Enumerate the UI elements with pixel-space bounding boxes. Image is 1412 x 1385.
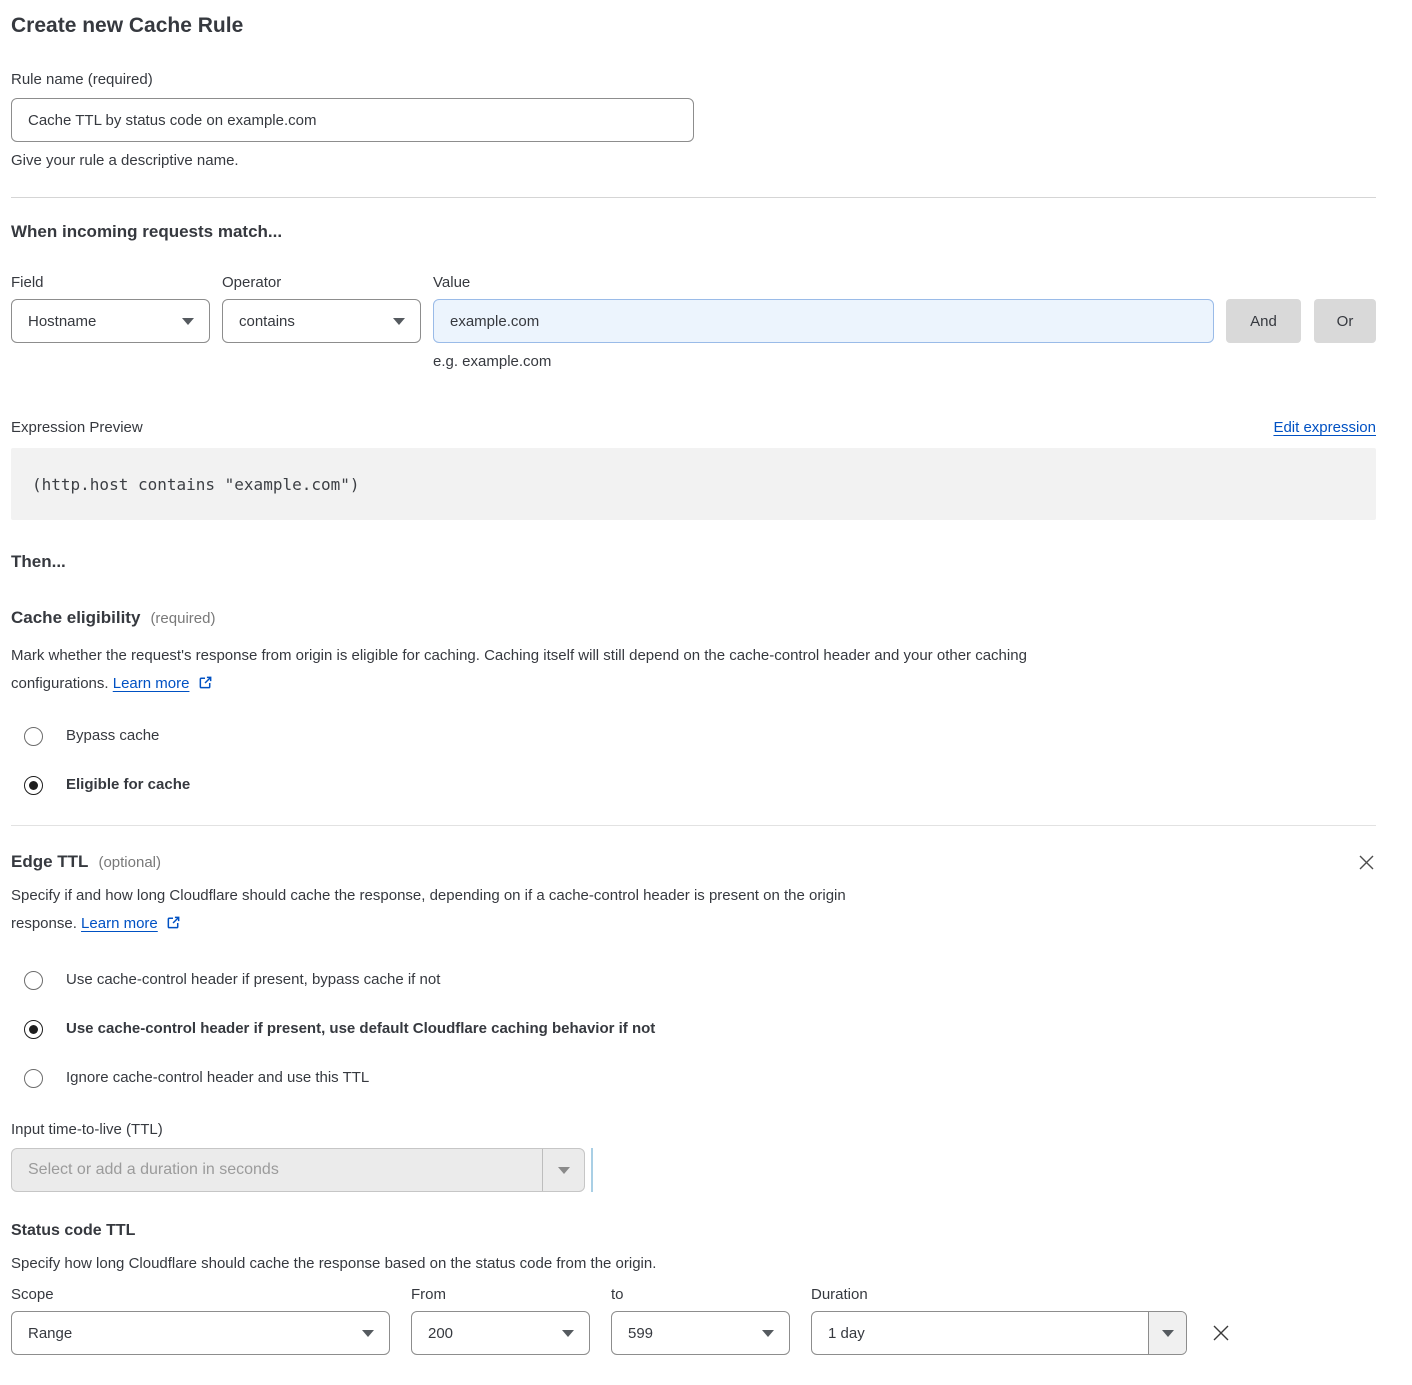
input-caret [591,1148,593,1192]
radio-option-use-header-bypass[interactable]: Use cache-control header if present, byp… [24,968,1376,992]
external-link-icon [198,675,213,690]
duration-value: 1 day [812,1312,1148,1354]
to-select[interactable]: 599 [611,1311,790,1355]
expression-preview-label: Expression Preview [11,418,143,438]
rule-name-input[interactable] [11,98,694,142]
learn-more-link[interactable]: Learn more [113,675,190,692]
cache-eligibility-heading: Cache eligibility [11,608,140,627]
or-button[interactable]: Or [1314,299,1376,343]
radio-option-ignore-header[interactable]: Ignore cache-control header and use this… [24,1066,1376,1090]
field-select[interactable]: Hostname [11,299,210,343]
section-divider [11,825,1376,826]
chevron-down-icon [562,1330,574,1337]
description-line: Specify if and how long Cloudflare shoul… [11,882,1376,910]
field-label: Field [11,274,222,291]
match-heading: When incoming requests match... [11,220,1376,244]
from-select-value: 200 [428,1325,453,1342]
expression-code-block: (http.host contains "example.com") [11,448,1376,520]
chevron-down-icon [362,1330,374,1337]
operator-select[interactable]: contains [222,299,421,343]
field-select-value: Hostname [28,313,96,330]
to-select-value: 599 [628,1325,653,1342]
duration-label: Duration [811,1286,868,1303]
then-heading: Then... [11,550,1376,574]
expression-code: (http.host contains "example.com") [32,475,360,494]
radio-button-checked[interactable] [24,776,43,795]
from-label: From [411,1286,611,1303]
chevron-down-icon [393,318,405,325]
radio-option-eligible-for-cache[interactable]: Eligible for cache [24,773,1376,797]
chevron-down-icon [182,318,194,325]
ttl-input-label: Input time-to-live (TTL) [11,1120,1376,1140]
edge-ttl-description: Specify if and how long Cloudflare shoul… [11,882,1376,938]
to-label: to [611,1286,811,1303]
radio-label: Use cache-control header if present, use… [66,1017,655,1041]
radio-label: Bypass cache [66,724,159,748]
radio-button[interactable] [24,1069,43,1088]
description-line: Mark whether the request's response from… [11,642,1376,670]
ttl-duration-select[interactable]: Select or add a duration in seconds [11,1148,585,1192]
radio-label: Use cache-control header if present, byp… [66,968,440,992]
operator-select-value: contains [239,313,295,330]
radio-option-use-header-default[interactable]: Use cache-control header if present, use… [24,1017,1376,1041]
cache-eligibility-description: Mark whether the request's response from… [11,642,1376,698]
radio-label: Eligible for cache [66,773,190,797]
radio-button[interactable] [24,727,43,746]
from-select[interactable]: 200 [411,1311,590,1355]
status-code-ttl-heading: Status code TTL [11,1220,1376,1242]
page-title: Create new Cache Rule [11,12,1376,40]
ttl-select-placeholder: Select or add a duration in seconds [12,1149,542,1191]
rule-name-label: Rule name (required) [11,70,1376,90]
value-label: Value [433,274,470,291]
radio-option-bypass-cache[interactable]: Bypass cache [24,724,1376,748]
chevron-down-icon [542,1149,584,1191]
scope-select[interactable]: Range [11,1311,390,1355]
scope-label: Scope [11,1286,411,1303]
value-input[interactable] [433,299,1214,343]
rule-name-help: Give your rule a descriptive name. [11,151,1376,171]
edit-expression-link[interactable]: Edit expression [1273,419,1376,436]
duration-combobox[interactable]: 1 day [811,1311,1187,1355]
radio-label: Ignore cache-control header and use this… [66,1066,369,1090]
edge-ttl-heading: Edge TTL [11,852,88,871]
radio-button[interactable] [24,971,43,990]
delete-row-icon[interactable] [1210,1322,1232,1344]
description-line: configurations. [11,675,109,692]
external-link-icon [166,915,181,930]
and-button[interactable]: And [1226,299,1301,343]
operator-label: Operator [222,274,433,291]
status-code-ttl-description: Specify how long Cloudflare should cache… [11,1250,1376,1278]
learn-more-link[interactable]: Learn more [81,915,158,932]
section-divider [11,197,1376,198]
duration-dropdown-button[interactable] [1148,1312,1186,1354]
close-icon[interactable] [1357,853,1376,872]
optional-badge: (optional) [98,854,161,871]
scope-select-value: Range [28,1325,72,1342]
chevron-down-icon [762,1330,774,1337]
required-badge: (required) [150,610,215,627]
description-line: response. [11,915,77,932]
radio-button-checked[interactable] [24,1020,43,1039]
value-help: e.g. example.com [433,352,1214,372]
